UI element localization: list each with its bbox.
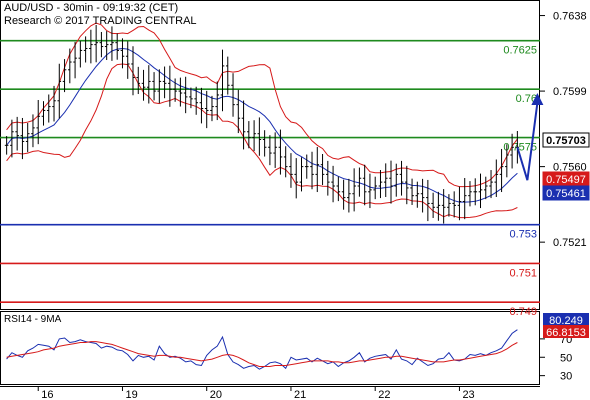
level-label: 0.7625 xyxy=(503,45,537,57)
y-tick-label: 0.7638 xyxy=(553,11,587,23)
rsi-title: RSI14 - 9MA xyxy=(4,314,62,325)
rsi-panel-frame xyxy=(0,311,540,385)
level-label: 0.749 xyxy=(509,306,537,318)
moving-average-line xyxy=(6,47,518,203)
rsi-y-axis: 705030 xyxy=(540,334,572,383)
level-label: 0.751 xyxy=(509,267,537,279)
rsi-tag-label: 66.8153 xyxy=(546,327,586,339)
support-resistance-levels: 0.76250.760.75750.7530.7510.749 xyxy=(0,39,540,318)
price-tag-label: 0.75461 xyxy=(546,188,586,200)
x-tick-label: 22 xyxy=(378,389,390,400)
moving-average xyxy=(6,47,518,203)
chart-canvas: 0.76250.760.75750.7530.7510.749 0.76380.… xyxy=(0,0,590,400)
bollinger-bands xyxy=(6,22,518,219)
chart-copyright: Research © 2017 TRADING CENTRAL xyxy=(4,15,197,27)
y-tick-label: 0.7599 xyxy=(553,86,587,98)
price-tag-label: 0.75703 xyxy=(546,135,586,147)
x-tick-label: 21 xyxy=(294,389,306,400)
level-label: 0.753 xyxy=(509,229,537,241)
rsi-y-tick-label: 30 xyxy=(560,371,572,383)
chart-title: AUD/USD - 30min - 09:19:32 (CET) xyxy=(4,2,178,14)
rsi-y-tick-label: 50 xyxy=(560,352,572,364)
rsi-lines xyxy=(6,329,518,370)
price-tag-label: 0.75497 xyxy=(546,174,586,186)
x-tick-label: 16 xyxy=(41,389,53,400)
x-tick-label: 20 xyxy=(210,389,222,400)
price-candles xyxy=(4,25,520,224)
rsi-series-line xyxy=(6,329,518,370)
y-tick-label: 0.7521 xyxy=(553,237,587,249)
x-tick-label: 19 xyxy=(125,389,137,400)
x-tick-label: 23 xyxy=(462,389,474,400)
price-y-axis: 0.76380.75990.75600.7521 xyxy=(540,11,587,249)
x-axis: 16 19 20 21 22 23 xyxy=(37,386,475,400)
rsi-series-line xyxy=(6,341,518,367)
